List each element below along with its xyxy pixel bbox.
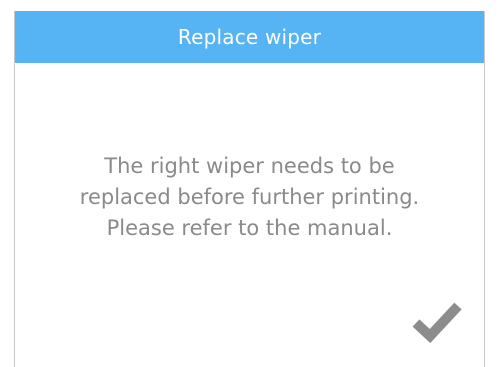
- replace-wiper-dialog: Replace wiper The right wiper needs to b…: [14, 11, 485, 367]
- message-line: Please refer to the manual.: [106, 216, 393, 240]
- checkmark-icon: [412, 302, 462, 343]
- dialog-title: Replace wiper: [177, 25, 322, 49]
- confirm-button[interactable]: [408, 292, 466, 350]
- dialog-message: The right wiper needs to be replaced bef…: [15, 151, 484, 244]
- message-line: The right wiper needs to be: [104, 154, 395, 178]
- message-line: replaced before further printing.: [79, 185, 420, 209]
- dialog-title-bar: Replace wiper: [15, 11, 484, 63]
